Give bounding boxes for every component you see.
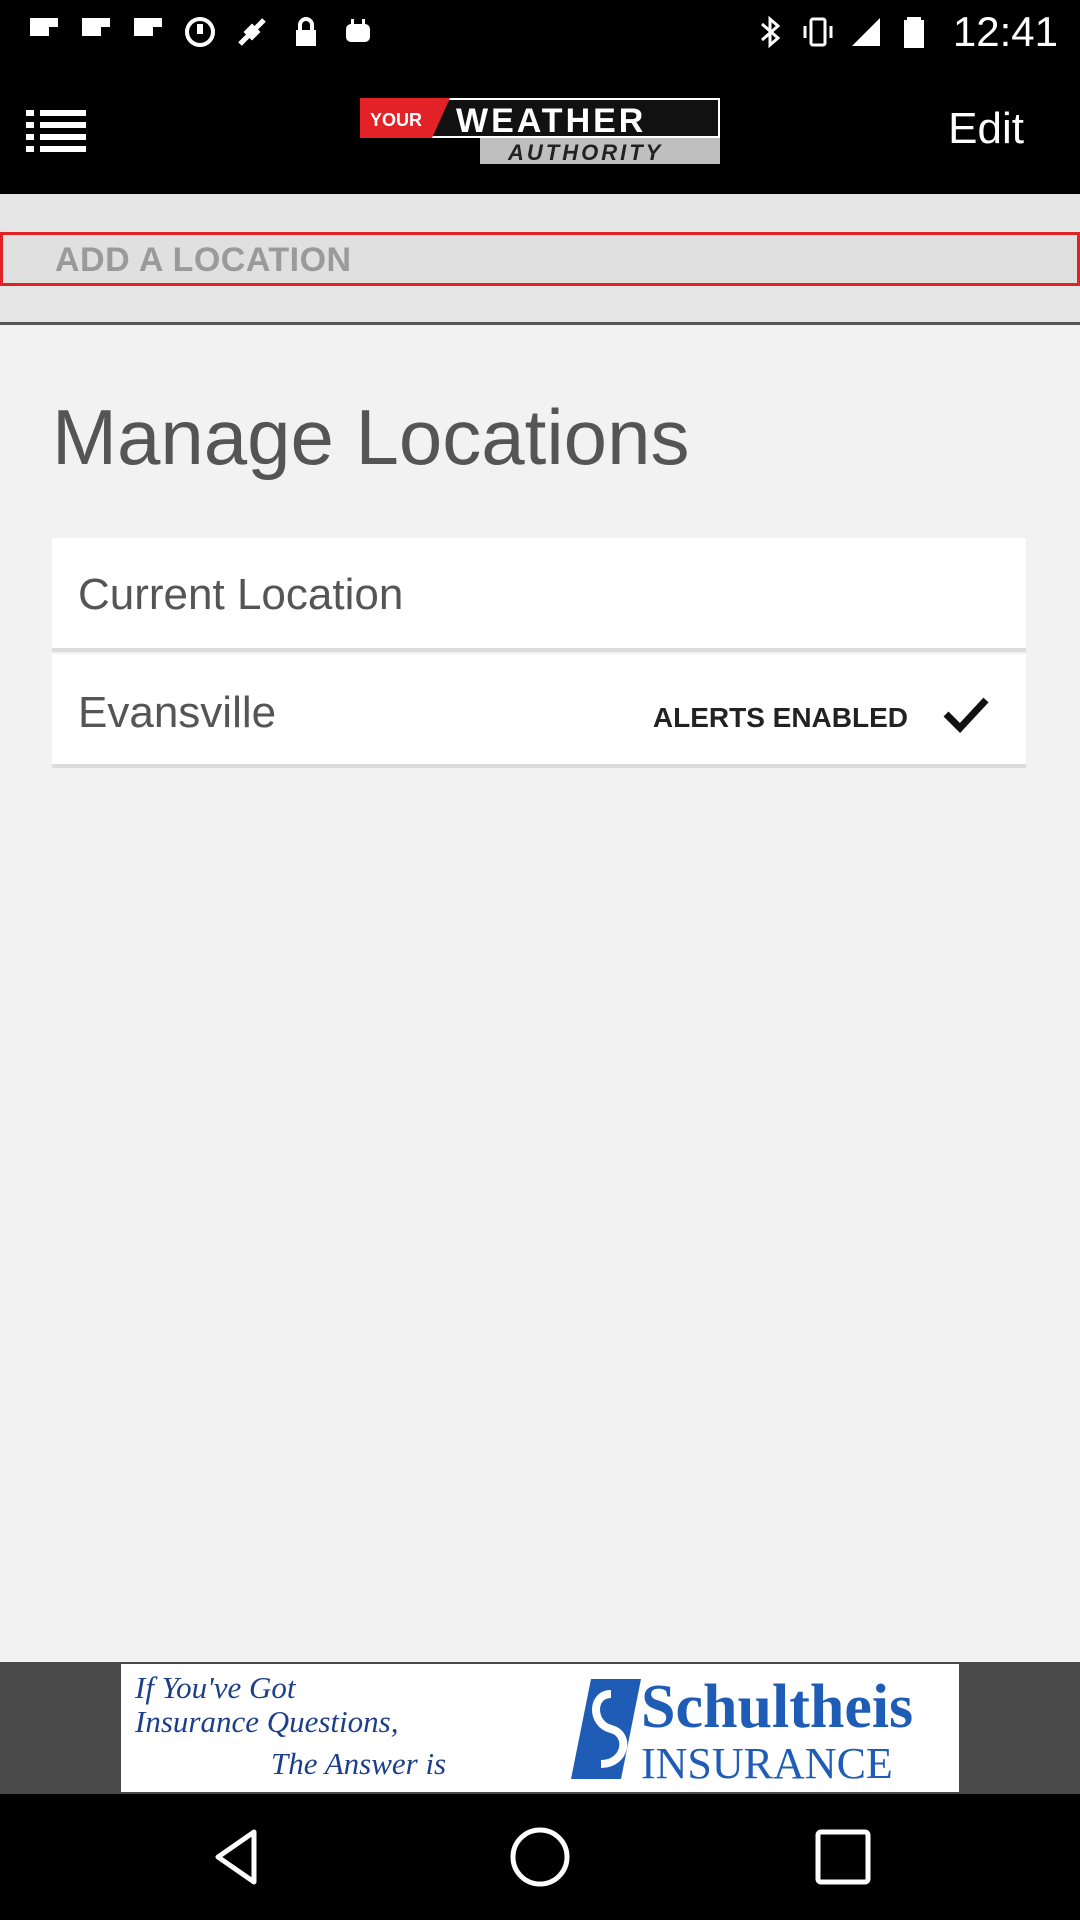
weather-authority-logo: YOUR WEATHER AUTHORITY — [360, 98, 720, 165]
android-icon — [346, 19, 370, 42]
location-name: Current Location — [78, 570, 404, 619]
home-icon[interactable] — [507, 1824, 573, 1890]
ad-banner[interactable]: If You've Got Insurance Questions, The A… — [121, 1664, 959, 1792]
list-item-current-location[interactable]: Current Location — [52, 538, 1026, 652]
flipboard-icon — [30, 18, 58, 36]
logo-weather-text: WEATHER — [456, 102, 646, 140]
ad-line-1: If You've Got — [135, 1670, 296, 1705]
menu-icon[interactable] — [26, 108, 86, 152]
navigation-bar — [0, 1794, 1080, 1920]
edit-button[interactable]: Edit — [948, 104, 1024, 154]
add-location-label: ADD A LOCATION — [55, 241, 352, 279]
ad-brand: Schultheis — [641, 1673, 914, 1741]
status-bar: 12:41 — [0, 0, 1080, 64]
divider — [0, 322, 1080, 325]
flipboard-icon — [134, 18, 162, 36]
logo-your-text: YOUR — [370, 110, 422, 130]
sync-icon — [185, 17, 215, 47]
checkmark-icon[interactable] — [942, 694, 990, 734]
flipboard-icon — [82, 18, 110, 36]
list-item-evansville[interactable]: Evansville ALERTS ENABLED — [52, 654, 1026, 768]
ad-banner-area: If You've Got Insurance Questions, The A… — [0, 1662, 1080, 1794]
fake-gps-icon — [238, 18, 266, 46]
schultheis-logo-mark — [571, 1679, 641, 1779]
signal-icon — [852, 18, 880, 46]
ad-brand-sub: INSURANCE — [641, 1739, 893, 1788]
add-location-section: ADD A LOCATION — [0, 194, 1080, 325]
back-icon[interactable] — [204, 1824, 270, 1890]
vibrate-icon — [803, 17, 833, 47]
location-name: Evansville — [78, 688, 277, 737]
battery-icon — [904, 17, 924, 48]
status-time: 12:41 — [952, 8, 1058, 55]
app-bar: YOUR WEATHER AUTHORITY Edit — [0, 64, 1080, 194]
alerts-status: ALERTS ENABLED — [652, 702, 908, 733]
logo-authority-text: AUTHORITY — [507, 140, 663, 165]
ad-line-2: Insurance Questions, — [135, 1704, 399, 1739]
bluetooth-icon — [761, 15, 781, 49]
lock-icon — [296, 17, 316, 46]
recents-icon[interactable] — [810, 1824, 876, 1890]
add-location-field[interactable]: ADD A LOCATION — [0, 232, 1080, 286]
ad-line-3: The Answer is — [271, 1746, 447, 1781]
page-title: Manage Locations — [52, 393, 690, 481]
